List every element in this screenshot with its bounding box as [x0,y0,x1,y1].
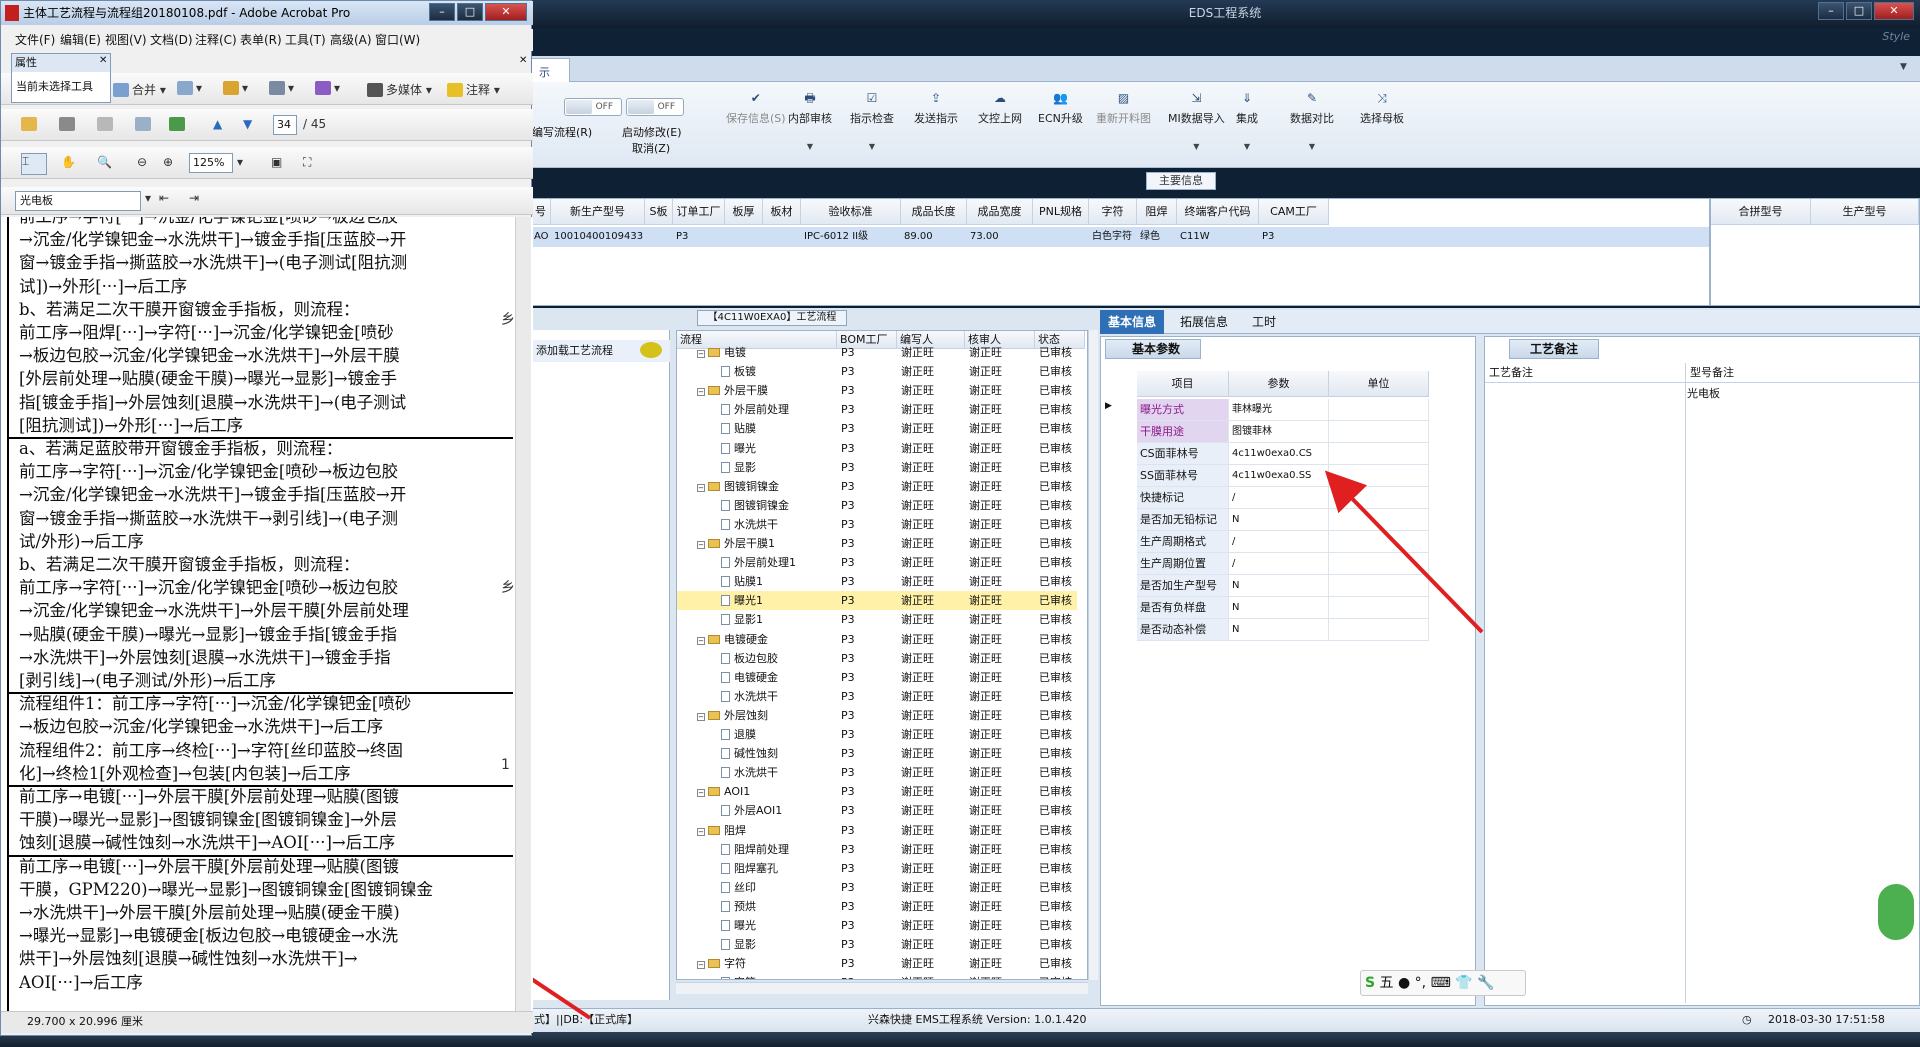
doc-text-line: 前工序→阻焊[···]→字符[···]→沉金/化学镍钯金[喷砂 [19,323,394,342]
doc-text-line: 试/外形)→后工序 [19,531,144,551]
doc-text-line: [阻抗测试])→外形[···]→后工序 [19,415,244,435]
zoom-tool-icon[interactable]: 🔍 [97,155,112,169]
secure-button[interactable]: ▾ [223,81,248,95]
email-icon[interactable] [135,117,154,131]
acrobat-window: 主体工艺流程与流程组20180108.pdf - Adobe Acrobat P… [0,0,533,1036]
doc-text-line: b、若满足二次干膜开窗镀金手指板，则流程： [19,555,360,574]
acrobat-menubar: 文件(F) 编辑(E) 视图(V) 文档(D) 注释(C) 表单(R) 工具(T) 高级(A)… [1,29,533,51]
doc-text-line: 干膜)→曝光→显影]→图镀铜镍金[图镀铜镍金]→外层 [19,810,398,830]
doc-text-line: →曝光→显影]→电镀硬金[板边包胶→电镀硬金→水洗 [19,926,399,946]
combine-icon [113,83,129,97]
next-page-icon[interactable]: ▼ [243,117,252,131]
doc-text-line: [剥引线]→(电子测试/外形)→后工序 [19,671,276,690]
acro-close-button[interactable]: ✕ [485,3,527,21]
doc-text-line: →沉金/化学镍钯金→水洗烘干]→镀金手指[压蓝胶→开 [19,230,407,250]
full-screen-icon[interactable]: ⛶ [303,155,311,170]
doc-text-line: →沉金/化学镍钯金→水洗烘干]→外层干膜[外层前处理 [19,601,409,621]
page-number-input[interactable]: 34 [273,115,297,135]
page-total: / 45 [303,117,327,131]
create-pdf-button[interactable]: ▾ [177,81,202,95]
props-title: 属性 [12,54,110,72]
doc-text-line: →水洗烘干]→外层干膜[外层前处理→贴膜(硬金干膜) [19,903,400,922]
forms-icon [315,81,331,95]
doc-text-line: 前工序→电镀[···]→外层干膜[外层前处理→贴膜(图镀 [19,856,399,876]
combine-button[interactable]: 合并 ▾ [113,81,166,98]
menu-item[interactable]: 文件(F) [15,31,55,48]
comment-icon [447,83,463,97]
doc-text-line: 窗→镀金手指→撕蓝胶→水洗烘干]→(电子测试[阻抗测 [19,253,408,273]
menu-item[interactable]: 编辑(E) [60,31,101,48]
zoom-input[interactable]: 125% [189,153,233,173]
doc-text-line: 蚀刻[退膜→碱性蚀刻→水洗烘干]→AOI[···]→后工序 [19,833,396,853]
pen-icon [269,81,285,95]
props-text: 当前未选择工具 [16,80,93,93]
menu-item[interactable]: 高级(A) [330,31,372,48]
doc-text-line: 指[镀金手指]→外层蚀刻[退膜→水洗烘干]→(电子测试 [19,392,407,412]
doc-text-line: 前工序→字符[···]→沉金/化学镍钯金[喷砂→板边包胶 [19,462,399,482]
right-column-mark: 1 [501,757,510,773]
menu-item[interactable]: 视图(V) [105,31,147,48]
comment-button[interactable]: 注释 ▾ [447,81,500,98]
doc-text-line: →板边包胶→沉金/化学镍钯金→水洗烘干]→外层干膜 [19,346,400,366]
acro-maximize-button[interactable]: □ [457,3,483,21]
select-tool-icon[interactable]: ⌶ [21,153,47,175]
doc-text-line: 前工序→电镀[···]→外层干膜[外层前处理→贴膜(图镀 [19,787,399,806]
doc-text-line: 化]→终检1[外观检查]→包装[内包装]→后工序 [19,763,351,783]
doc-text-line: 流程组件2：前工序→终检[···]→字符[丝印蓝胶→终固 [19,740,404,760]
save-icon[interactable] [97,117,116,131]
menu-item[interactable]: 窗口(W) [375,31,420,48]
search-dropdown-icon[interactable]: ▾ [145,191,151,205]
pdf-file-icon [5,5,19,21]
find-next-icon[interactable]: ⇥ [189,191,199,205]
find-input[interactable]: 光电板 [15,191,141,211]
doc-text-line: a、若满足蓝胶带开窗镀金手指板，则流程： [19,439,343,458]
doc-vertical-scrollbar[interactable] [515,217,531,1017]
doc-text-line: 窗→镀金手指→撕蓝胶→水洗烘干→剥引线]→(电子测 [19,508,399,528]
pdf-document: 前工序→字符[···]→沉金/化学镍钯金[喷砂→板边包胶 →沉金/化学镍钯金→水洗… [1,217,533,1017]
doc-text-line: AOI[···]→后工序 [19,972,143,992]
multimedia-icon [367,83,383,97]
hand-tool-icon[interactable]: ✋ [61,155,76,169]
menu-item[interactable]: 表单(R) [240,31,282,48]
doc-text-line: 试])→外形[···]→后工序 [19,276,188,296]
menu-item[interactable]: 工具(T) [285,31,326,48]
acro-minimize-button[interactable]: – [429,3,455,21]
acrobat-toolbar-2: ▲ ▼ / 45 [1,109,533,141]
doc-text-line: 前工序→字符[···]→沉金/化学镍钯金[喷砂→板边包胶 [19,578,399,598]
doc-text-line: 烘干]→外层蚀刻[退膜→碱性蚀刻→水洗烘干]→ [19,949,358,969]
menu-item[interactable]: 注释(C) [195,31,237,48]
sign-button[interactable]: ▾ [269,81,294,95]
arrow-to-ss-film [1324,470,1484,634]
doc-text-line: 流程组件1：前工序→字符[···]→沉金/化学镍钯金[喷砂 [19,694,412,714]
doc-text-line: →板边包胶→沉金/化学镍钯金→水洗烘干]→后工序 [19,717,384,737]
right-column-mark: 乡 [501,312,515,328]
panel-close-icon[interactable]: ✕ [519,55,527,66]
open-icon[interactable] [21,117,40,131]
properties-popup: 属性 当前未选择工具 [11,53,111,103]
forms-button[interactable]: ▾ [315,81,340,95]
acrobat-status: 29.700 x 20.996 厘米 [1,1011,533,1033]
create-pdf-icon [177,81,193,95]
zoom-out-icon[interactable]: ⊖ [137,155,147,169]
doc-text-line: 干膜，GPM220)→曝光→显影]→图镀铜镍金[图镀铜镍金 [19,879,433,899]
fit-page-icon[interactable]: ▣ [271,155,282,169]
doc-text-line: b、若满足二次干膜开窗镀金手指板，则流程： [19,299,360,319]
zoom-in-icon[interactable]: ⊕ [163,155,173,169]
doc-text-line: →贴膜(硬金干膜)→曝光→显影]→镀金手指[镀金手指 [19,624,398,644]
props-close-icon[interactable]: ✕ [99,55,107,66]
multimedia-button[interactable]: 多媒体 ▾ [367,81,432,98]
menu-item[interactable]: 文档(D) [150,31,193,48]
print-icon[interactable] [59,117,78,131]
zoom-dropdown-icon[interactable]: ▾ [237,155,243,169]
doc-text-line: 前工序→字符[···]→沉金/化学镍钯金[喷砂→板边包胶 [19,217,398,228]
right-column-mark: 乡 [501,580,515,596]
doc-text-line: [外层前处理→贴膜(硬金干膜)→曝光→显影]→镀金手 [19,369,398,389]
share-icon[interactable] [169,117,188,131]
lock-icon [223,81,239,95]
find-prev-icon[interactable]: ⇤ [159,191,169,205]
doc-text-line: →沉金/化学镍钯金→水洗烘干]→镀金手指[压蓝胶→开 [19,485,407,505]
acrobat-toolbar-3: ⌶ ✋ 🔍 ⊖ ⊕ ▾ ▣ ⛶ [1,147,533,179]
doc-text-line: →水洗烘干]→外层蚀刻[退膜→水洗烘干]→镀金手指 [19,647,391,667]
prev-page-icon[interactable]: ▲ [213,117,222,131]
